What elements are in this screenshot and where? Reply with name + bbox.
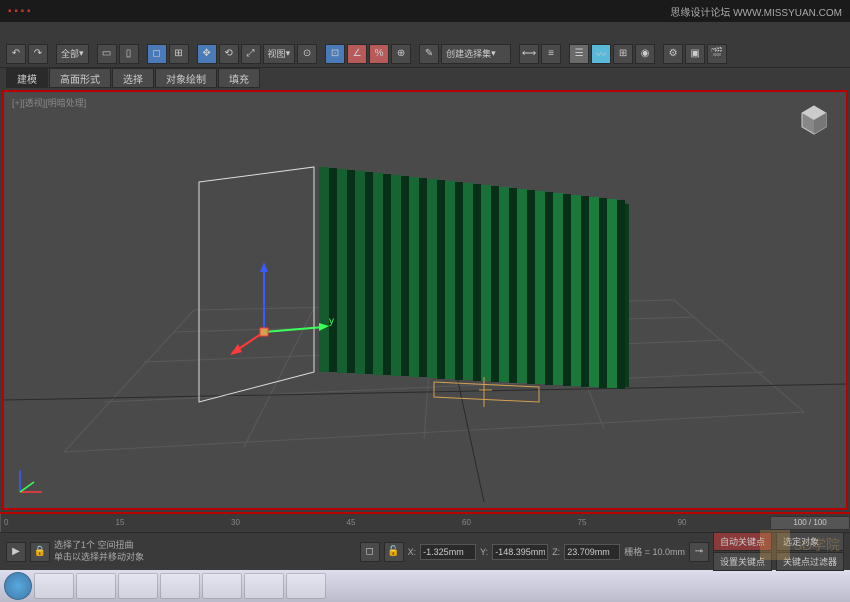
perspective-viewport[interactable]: y xyxy=(4,92,846,508)
scale-button[interactable]: ⤢ xyxy=(241,44,261,64)
lock-selection-button[interactable]: 🔒 xyxy=(30,542,50,562)
task-item[interactable] xyxy=(286,573,326,599)
task-item[interactable] xyxy=(118,573,158,599)
maxscript-button[interactable]: ▶ xyxy=(6,542,26,562)
main-toolbar: ↶ ↷ 全部 ▾ ▭ ▯ ◻ ⊞ ✥ ⟲ ⤢ 视图 ▾ ⊙ ⊡ ∠ % ⊕ ✎ … xyxy=(0,40,850,68)
render-setup-button[interactable]: ⚙ xyxy=(663,44,683,64)
coord-z-input[interactable] xyxy=(564,544,620,560)
start-button[interactable] xyxy=(4,572,32,600)
viewport-label[interactable]: [+][透视][明暗处理] xyxy=(12,96,86,109)
rotate-button[interactable]: ⟲ xyxy=(219,44,239,64)
tab-freeform[interactable]: 高面形式 xyxy=(49,68,111,88)
edit-selection-set-button[interactable]: ✎ xyxy=(419,44,439,64)
watermark-top-left: ▪ ▪ ▪ ▪ xyxy=(8,6,31,17)
viewcube[interactable] xyxy=(796,102,832,138)
time-slider-indicator[interactable]: 100 / 100 xyxy=(770,516,850,530)
selection-filter-dropdown[interactable]: 全部 ▾ xyxy=(56,44,89,64)
window-crossing-button[interactable]: ⊞ xyxy=(169,44,189,64)
tab-populate[interactable]: 填充 xyxy=(218,68,260,88)
coord-y-input[interactable] xyxy=(492,544,548,560)
axis-indicator xyxy=(12,460,52,500)
task-item[interactable] xyxy=(76,573,116,599)
tab-modeling[interactable]: 建模 xyxy=(6,68,48,88)
tab-object-paint[interactable]: 对象绘制 xyxy=(155,68,217,88)
undo-button[interactable]: ↶ xyxy=(6,44,26,64)
curtain-object xyxy=(319,167,629,389)
pivot-button[interactable]: ⊙ xyxy=(297,44,317,64)
snap-toggle-button[interactable]: ⊡ xyxy=(325,44,345,64)
layer-button[interactable]: ☰ xyxy=(569,44,589,64)
angle-snap-button[interactable]: ∠ xyxy=(347,44,367,64)
status-bar: ▶ 🔒 选择了1个 空间扭曲单击以选择并移动对象 ◻ 🔓 X: Y: Z: 栅格… xyxy=(0,532,850,570)
coord-x-input[interactable] xyxy=(420,544,476,560)
tab-selection[interactable]: 选择 xyxy=(112,68,154,88)
status-message: 选择了1个 空间扭曲单击以选择并移动对象 xyxy=(54,540,144,563)
align-button[interactable]: ≡ xyxy=(541,44,561,64)
select-rect-button[interactable]: ◻ xyxy=(147,44,167,64)
ribbon-tabs: 建模 高面形式 选择 对象绘制 填充 xyxy=(0,68,850,88)
watermark-top-right: 思缘设计论坛 WWW.MISSYUAN.COM xyxy=(670,4,842,19)
mirror-button[interactable]: ⟷ xyxy=(519,44,539,64)
windows-taskbar[interactable] xyxy=(0,570,850,602)
percent-snap-button[interactable]: % xyxy=(369,44,389,64)
svg-text:y: y xyxy=(329,316,334,327)
viewport-container: [+][透视][明暗处理] xyxy=(2,90,848,510)
render-button[interactable]: 🎬 xyxy=(707,44,727,64)
task-item[interactable] xyxy=(34,573,74,599)
schematic-button[interactable]: ⊞ xyxy=(613,44,633,64)
material-editor-button[interactable]: ◉ xyxy=(635,44,655,64)
coord-y-label: Y: xyxy=(480,547,488,557)
move-button[interactable]: ✥ xyxy=(197,44,217,64)
task-item[interactable] xyxy=(244,573,284,599)
timeline[interactable]: 0 15 30 45 60 75 90 100 / 100 xyxy=(0,512,850,532)
isolate-button[interactable]: ◻ xyxy=(360,542,380,562)
task-item[interactable] xyxy=(202,573,242,599)
coord-z-label: Z: xyxy=(552,547,560,557)
curve-editor-button[interactable]: 〰 xyxy=(591,44,611,64)
selection-lock-toggle[interactable]: 🔓 xyxy=(384,542,404,562)
spinner-snap-button[interactable]: ⊕ xyxy=(391,44,411,64)
render-frame-button[interactable]: ▣ xyxy=(685,44,705,64)
grid-label: 栅格 = 10.0mm xyxy=(624,545,685,558)
key-mode-button[interactable]: ⊸ xyxy=(689,542,709,562)
task-item[interactable] xyxy=(160,573,200,599)
redo-button[interactable]: ↷ xyxy=(28,44,48,64)
named-selection-dropdown[interactable]: 创建选择集 ▾ xyxy=(441,44,511,64)
title-bar: ▪ ▪ ▪ ▪ 思缘设计论坛 WWW.MISSYUAN.COM xyxy=(0,0,850,22)
coord-x-label: X: xyxy=(408,547,417,557)
select-name-button[interactable]: ▯ xyxy=(119,44,139,64)
select-object-button[interactable]: ▭ xyxy=(97,44,117,64)
menu-bar xyxy=(0,22,850,40)
wire-plane xyxy=(199,167,314,402)
timeline-ruler[interactable]: 0 15 30 45 60 75 90 xyxy=(0,514,770,532)
ref-coord-dropdown[interactable]: 视图 ▾ xyxy=(263,44,296,64)
watermark-logo: 3D学院 xyxy=(760,530,840,560)
